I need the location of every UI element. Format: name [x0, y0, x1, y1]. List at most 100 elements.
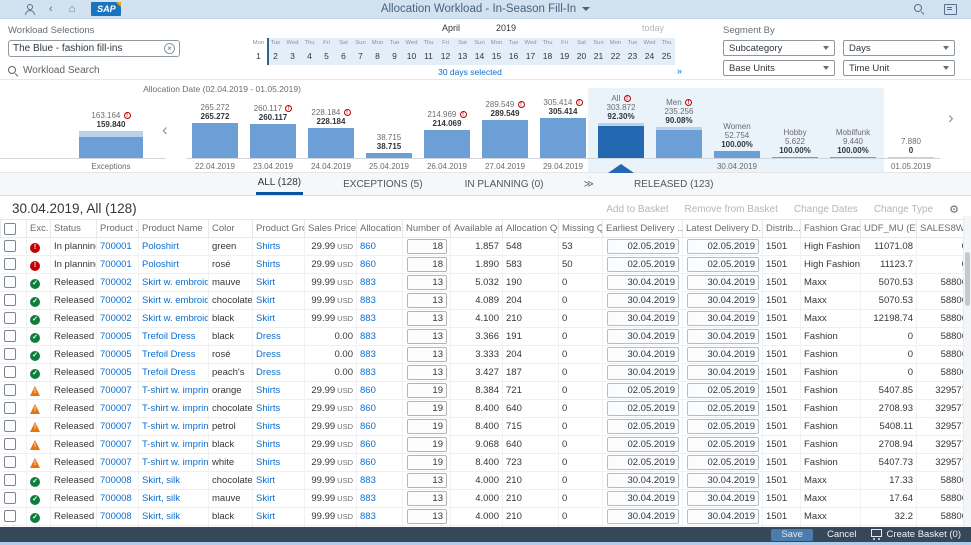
column-header-alloc_plan[interactable]: Allocation Pl... [357, 220, 403, 238]
column-header-product_id[interactable]: Product ...▲ [97, 220, 139, 238]
product_id-link[interactable]: 700002 [100, 295, 132, 306]
earliest-date-input[interactable]: 02.05.2019 [607, 239, 679, 254]
notifications-icon[interactable] [944, 4, 957, 15]
chart-bar-cell[interactable]: 214.969 !214.069 [418, 94, 476, 158]
user-icon[interactable] [24, 4, 33, 14]
product_group-link[interactable]: Shirts [256, 403, 280, 414]
calendar-day[interactable]: Thu4 [301, 38, 318, 65]
product_group-link[interactable]: Shirts [256, 241, 280, 252]
column-header-color[interactable]: Color [209, 220, 253, 238]
segment-dropdown-subcategory[interactable]: Subcategory [723, 40, 835, 56]
alloc_plan-link[interactable]: 883 [360, 277, 376, 288]
product_group-link[interactable]: Skirt [256, 277, 275, 288]
alloc_plan-link[interactable]: 860 [360, 457, 376, 468]
earliest-date-input[interactable]: 30.04.2019 [607, 329, 679, 344]
number_of-input[interactable]: 13 [407, 509, 447, 524]
number_of-input[interactable]: 19 [407, 455, 447, 470]
product_name-link[interactable]: Skirt, silk [142, 493, 180, 504]
latest-date-input[interactable]: 30.04.2019 [687, 365, 759, 380]
back-icon[interactable]: ‹ [49, 4, 53, 15]
row-checkbox[interactable] [4, 258, 16, 270]
chart-bar-cell[interactable]: 260.117 !260.117 [244, 94, 302, 158]
alloc_plan-link[interactable]: 883 [360, 475, 376, 486]
calendar-day[interactable]: Sun21 [590, 38, 607, 65]
number_of-input[interactable]: 13 [407, 311, 447, 326]
column-header-sales_price[interactable]: Sales Price [305, 220, 357, 238]
column-header-distrib[interactable]: Distrib... [763, 220, 801, 238]
row-checkbox[interactable] [4, 384, 16, 396]
row-checkbox[interactable] [4, 294, 16, 306]
chart-bar-cell[interactable]: 265.272265.272 [186, 94, 244, 158]
calendar-day[interactable]: Sat20 [573, 38, 590, 65]
alloc_plan-link[interactable]: 883 [360, 349, 376, 360]
latest-date-input[interactable]: 02.05.2019 [687, 401, 759, 416]
calendar-day[interactable]: Mon8 [369, 38, 386, 65]
latest-date-input[interactable]: 02.05.2019 [687, 383, 759, 398]
row-checkbox[interactable] [4, 420, 16, 432]
product_id-link[interactable]: 700007 [100, 403, 132, 414]
column-header-exc[interactable]: Exc. [27, 220, 51, 238]
alloc_plan-link[interactable]: 860 [360, 439, 376, 450]
row-checkbox[interactable] [4, 456, 16, 468]
product_group-link[interactable]: Shirts [256, 385, 280, 396]
number_of-input[interactable]: 13 [407, 365, 447, 380]
alloc_plan-link[interactable]: 883 [360, 367, 376, 378]
product_id-link[interactable]: 700005 [100, 349, 132, 360]
chart-bar-cell[interactable]: Mobilfunk9.440100.00% [824, 94, 882, 158]
row-checkbox[interactable] [4, 510, 16, 522]
number_of-input[interactable]: 19 [407, 419, 447, 434]
product_group-link[interactable]: Skirt [256, 295, 275, 306]
earliest-date-input[interactable]: 02.05.2019 [607, 383, 679, 398]
calendar-forward-icon[interactable]: » [677, 66, 682, 76]
latest-date-input[interactable]: 30.04.2019 [687, 347, 759, 362]
workload-selection-field[interactable]: × [8, 40, 180, 57]
chart-bar-cell[interactable]: 289.549 !289.549 [476, 94, 534, 158]
latest-date-input[interactable]: 02.05.2019 [687, 437, 759, 452]
calendar-day[interactable]: Wed10 [403, 38, 420, 65]
product_id-link[interactable]: 700007 [100, 457, 132, 468]
chart-bar-cell[interactable]: 305.414 !305.414 [534, 94, 592, 158]
product_name-link[interactable]: T-shirt w. imprint [142, 457, 209, 468]
product_name-link[interactable]: T-shirt w. imprint [142, 385, 209, 396]
create-basket-button[interactable]: Create Basket (0) [871, 529, 961, 540]
product_id-link[interactable]: 700008 [100, 475, 132, 486]
latest-date-input[interactable]: 02.05.2019 [687, 257, 759, 272]
scrollbar-thumb[interactable] [965, 252, 970, 306]
earliest-date-input[interactable]: 30.04.2019 [607, 365, 679, 380]
product_name-link[interactable]: Skirt, silk [142, 511, 180, 522]
product_name-link[interactable]: T-shirt w. imprint [142, 403, 209, 414]
alloc_plan-link[interactable]: 883 [360, 313, 376, 324]
product_id-link[interactable]: 700001 [100, 241, 132, 252]
product_group-link[interactable]: Shirts [256, 439, 280, 450]
alloc_plan-link[interactable]: 883 [360, 331, 376, 342]
tab-released-123-[interactable]: RELEASED (123) [632, 173, 715, 195]
change-dates-button[interactable]: Change Dates [794, 204, 858, 215]
row-checkbox[interactable] [4, 474, 16, 486]
number_of-input[interactable]: 13 [407, 275, 447, 290]
clear-icon[interactable]: × [164, 43, 175, 54]
product_id-link[interactable]: 700008 [100, 511, 132, 522]
save-button[interactable]: Save [771, 529, 813, 541]
number_of-input[interactable]: 13 [407, 491, 447, 506]
alloc_plan-link[interactable]: 860 [360, 403, 376, 414]
calendar-day[interactable]: Tue23 [624, 38, 641, 65]
product_group-link[interactable]: Dress [256, 349, 281, 360]
row-checkbox[interactable] [4, 366, 16, 378]
column-header-latest[interactable]: Latest Delivery D... [683, 220, 763, 238]
search-icon[interactable] [914, 4, 924, 14]
calendar-day[interactable]: Tue16 [505, 38, 522, 65]
product_name-link[interactable]: Trefoil Dress [142, 331, 196, 342]
calendar-day[interactable]: Wed3 [284, 38, 301, 65]
number_of-input[interactable]: 19 [407, 383, 447, 398]
remove-from-basket-button[interactable]: Remove from Basket [685, 204, 778, 215]
column-header-fashion_grade[interactable]: Fashion Grade [801, 220, 861, 238]
calendar-day[interactable]: Sat13 [454, 38, 471, 65]
calendar-day[interactable]: Sun7 [352, 38, 369, 65]
calendar-day[interactable]: Sat6 [335, 38, 352, 65]
column-header-earliest[interactable]: Earliest Delivery ... [603, 220, 683, 238]
product_id-link[interactable]: 700002 [100, 277, 132, 288]
column-header-product_name[interactable]: Product Name [139, 220, 209, 238]
product_name-link[interactable]: Trefoil Dress [142, 367, 196, 378]
alloc_plan-link[interactable]: 883 [360, 493, 376, 504]
row-checkbox[interactable] [4, 492, 16, 504]
